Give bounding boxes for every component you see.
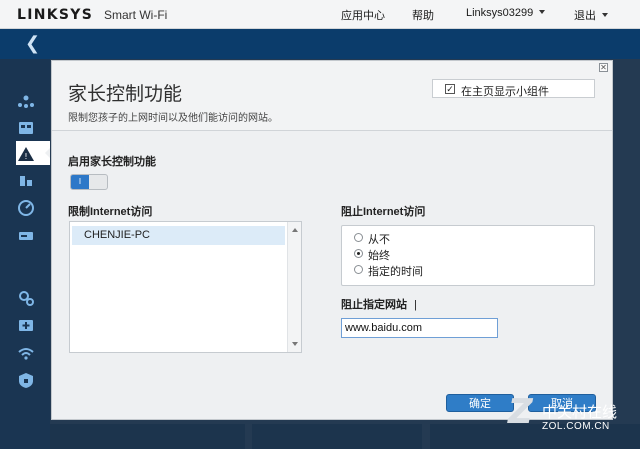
radio-always-label: 始终 <box>368 250 390 262</box>
parental-controls-panel: ✕ 家长控制功能 限制您孩子的上网时间以及他们能访问的网站。 ✓ 在主页显示小组… <box>51 60 613 420</box>
page-title: 家长控制功能 <box>68 84 183 105</box>
network-map-icon[interactable] <box>17 92 35 110</box>
radio-schedule-button[interactable] <box>354 265 363 274</box>
radio-schedule-label: 指定的时间 <box>368 266 423 278</box>
list-scrollbar[interactable] <box>287 222 301 352</box>
sidebar <box>0 59 50 449</box>
watermark: Z 中关村在线 ZOL.COM.CN <box>508 395 638 445</box>
nav-account[interactable]: Linksys03299 <box>466 7 546 19</box>
show-widget-label: 在主页显示小组件 <box>461 86 549 98</box>
block-options: 从不 始终 指定的时间 <box>341 225 595 286</box>
chevron-down-icon <box>602 13 608 17</box>
top-bar: LINKSYS Smart Wi-Fi 应用中心 帮助 Linksys03299… <box>0 0 640 29</box>
connectivity-icon[interactable] <box>17 289 35 307</box>
text-cursor: | <box>414 299 417 311</box>
watermark-url: ZOL.COM.CN <box>542 421 610 432</box>
nav-logout[interactable]: 退出 <box>574 7 608 23</box>
enable-label: 启用家长控制功能 <box>68 156 156 168</box>
product-name: Smart Wi-Fi <box>104 8 168 22</box>
radio-never-button[interactable] <box>354 233 363 242</box>
block-sites-text: 阻止指定网站 <box>341 299 407 311</box>
radio-always-button[interactable] <box>354 249 363 258</box>
watermark-logo: Z <box>508 392 533 432</box>
media-prioritization-icon[interactable] <box>17 172 35 190</box>
block-sites-label: 阻止指定网站 | <box>341 296 417 312</box>
troubleshooting-icon[interactable] <box>17 316 35 334</box>
nav-help[interactable]: 帮助 <box>412 7 434 23</box>
show-widget-option[interactable]: ✓ 在主页显示小组件 <box>432 79 595 98</box>
account-name: Linksys03299 <box>466 7 534 19</box>
list-item[interactable]: CHENJIE-PC <box>72 226 285 245</box>
wireless-icon[interactable] <box>17 344 35 362</box>
device-list-icon[interactable] <box>17 119 35 137</box>
security-icon[interactable] <box>17 371 35 389</box>
bottom-tile <box>252 424 422 449</box>
chevron-down-icon <box>539 10 546 14</box>
svg-text:!: ! <box>24 152 27 161</box>
scroll-down-icon[interactable] <box>292 342 298 346</box>
site-input[interactable]: www.baidu.com <box>341 318 498 338</box>
scroll-up-icon[interactable] <box>292 228 298 232</box>
watermark-name: 中关村在线 <box>542 404 618 421</box>
radio-never-label: 从不 <box>368 234 390 246</box>
nav-band <box>0 29 640 59</box>
bottom-tile <box>50 424 245 449</box>
block-label: 阻止Internet访问 <box>341 206 426 218</box>
speed-test-icon[interactable] <box>17 199 35 217</box>
logout-label: 退出 <box>574 10 596 22</box>
ok-button[interactable]: 确定 <box>446 394 514 412</box>
close-icon[interactable]: ✕ <box>599 63 608 72</box>
enable-toggle[interactable]: I <box>70 174 108 190</box>
page-description: 限制您孩子的上网时间以及他们能访问的网站。 <box>68 113 278 124</box>
device-list[interactable]: CHENJIE-PC <box>69 221 302 353</box>
back-arrow-icon[interactable]: ❮ <box>25 35 40 53</box>
show-widget-checkbox[interactable]: ✓ <box>445 84 455 94</box>
brand-logo: LINKSYS <box>17 7 94 23</box>
restrict-label: 限制Internet访问 <box>68 206 153 218</box>
nav-app-center[interactable]: 应用中心 <box>341 7 385 23</box>
toggle-on-indicator: I <box>71 175 89 189</box>
external-storage-icon[interactable] <box>17 227 35 245</box>
parental-controls-icon[interactable]: ! <box>17 145 35 163</box>
